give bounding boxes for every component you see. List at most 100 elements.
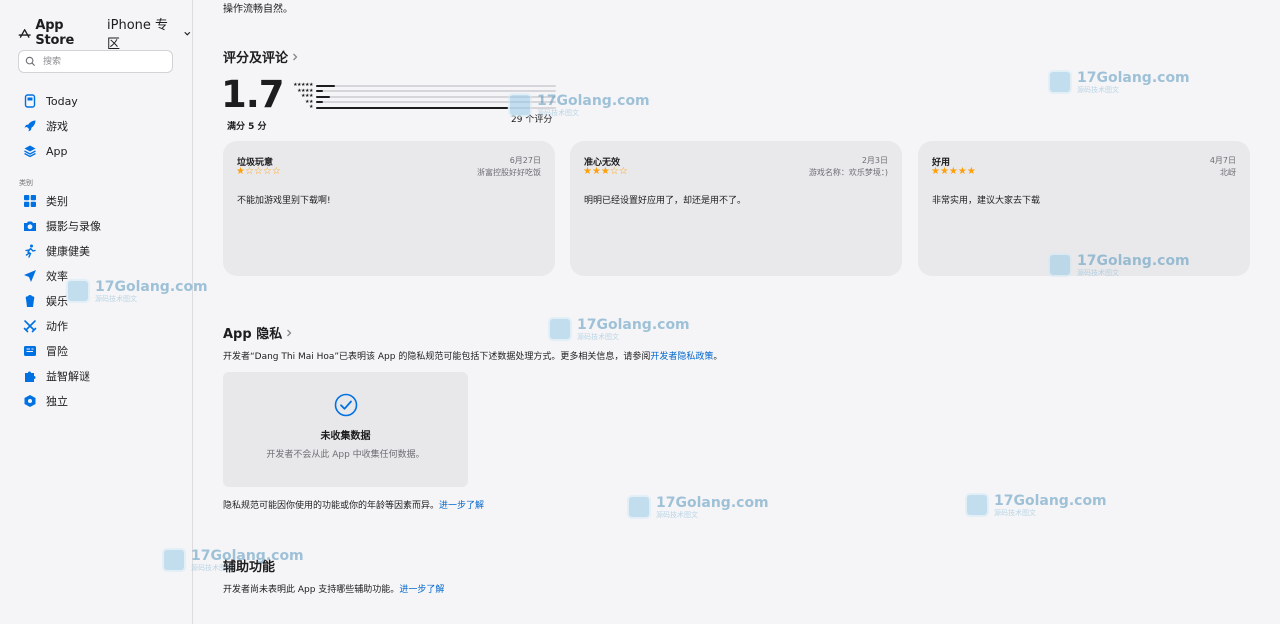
app-store-brand[interactable]: App Store iPhone 专区 <box>18 14 192 52</box>
map-icon <box>22 344 37 359</box>
brand-store-label: App Store <box>35 18 75 48</box>
review-author: 北岈 <box>1220 168 1236 177</box>
main-content: 操作流畅自然。 评分及评论 1.7 满分 5 分 ★★★★★ ★★★★ ★★★ … <box>193 0 1280 624</box>
privacy-card-title: 未收集数据 <box>320 431 371 442</box>
review-author: 游戏名称：欢乐梦境：) <box>808 168 888 177</box>
popcorn-icon <box>22 294 37 309</box>
sidebar-item-entertainment[interactable]: 娱乐 <box>22 291 68 311</box>
sidebar-item-label: 游戏 <box>46 120 68 133</box>
review-card[interactable]: 好用 4月7日 ★★★★★ 北岈 非常实用，建议大家去下载 <box>918 141 1250 276</box>
privacy-desc-text: 开发者“Dang Thi Mai Hoa”已表明该 App 的隐私规范可能包括下… <box>223 352 651 362</box>
distribution-track <box>316 90 556 92</box>
sidebar-item-label: 独立 <box>46 395 68 408</box>
review-card[interactable]: 准心无效 2月3日 ★★★☆☆ 游戏名称：欢乐梦境：) 明明已经设置好应用了，却… <box>570 141 902 276</box>
distribution-row: ★★★★★ <box>281 83 556 88</box>
privacy-description: 开发者“Dang Thi Mai Hoa”已表明该 App 的隐私规范可能包括下… <box>223 349 722 362</box>
developer-privacy-policy-link[interactable]: 开发者隐私政策 <box>650 352 713 362</box>
sidebar-item-label: 冒险 <box>46 345 68 358</box>
rating-count: 29 个评分 <box>511 115 553 125</box>
accessibility-learn-more-link[interactable]: 进一步了解 <box>399 585 444 595</box>
paper-plane-icon <box>22 269 37 284</box>
review-date: 2月3日 <box>861 156 888 165</box>
review-stars: ★★★★★ <box>931 166 976 177</box>
sidebar-item-health-fitness[interactable]: 健康健美 <box>22 241 90 261</box>
sidebar-item-photo-video[interactable]: 摄影与录像 <box>22 216 101 236</box>
distribution-fill <box>316 95 331 98</box>
distribution-row: ★★★★ <box>281 88 556 94</box>
average-rating: 1.7 <box>221 73 285 116</box>
accessibility-section-title: 辅助功能 <box>223 556 275 575</box>
accessibility-desc-text: 开发者尚未表明此 App 支持哪些辅助功能。 <box>223 585 400 595</box>
accessibility-title-text: 辅助功能 <box>223 560 276 575</box>
privacy-section-title[interactable]: App 隐私 <box>223 323 293 342</box>
swords-icon <box>22 319 37 334</box>
ratings-title-text: 评分及评论 <box>223 51 289 66</box>
review-body: 非常实用，建议大家去下载 <box>932 196 1041 206</box>
review-stars: ★★★☆☆ <box>583 166 628 177</box>
sidebar-item-puzzle[interactable]: 益智解谜 <box>22 366 90 386</box>
description-tail: 操作流畅自然。 <box>223 4 293 15</box>
sidebar-item-label: 摄影与录像 <box>46 220 101 233</box>
app-store-logo-icon <box>18 29 31 38</box>
distribution-row: ★ <box>281 105 556 110</box>
today-icon <box>22 94 37 109</box>
distribution-fill <box>316 106 508 109</box>
rating-distribution: ★★★★★ ★★★★ ★★★ ★★ ★ <box>281 83 556 111</box>
sidebar-item-games[interactable]: 游戏 <box>22 116 68 136</box>
sidebar-item-label: 娱乐 <box>46 295 68 308</box>
privacy-title-text: App 隐私 <box>223 327 283 342</box>
sidebar-item-categories[interactable]: 类别 <box>22 191 68 211</box>
camera-icon <box>22 219 37 234</box>
search-icon <box>25 56 36 67</box>
rating-out-of: 满分 5 分 <box>227 122 267 132</box>
review-stars: ★☆☆☆☆ <box>236 166 281 177</box>
chevron-right-icon <box>293 53 298 60</box>
app-stack-icon <box>22 144 37 159</box>
search-input[interactable] <box>41 55 165 68</box>
sidebar-item-label: 效率 <box>46 270 68 283</box>
accessibility-description: 开发者尚未表明此 App 支持哪些辅助功能。进一步了解 <box>223 582 444 595</box>
distribution-track <box>316 101 556 103</box>
distribution-fill <box>316 84 336 87</box>
chevron-down-icon <box>184 31 191 36</box>
sidebar-item-adventure[interactable]: 冒险 <box>22 341 68 361</box>
checkmark-circle-icon <box>334 393 358 417</box>
sidebar-item-label: 益智解谜 <box>46 370 90 383</box>
sidebar-item-today[interactable]: Today <box>22 91 78 111</box>
sidebar-item-label: 类别 <box>46 195 68 208</box>
puzzle-icon <box>22 369 37 384</box>
sidebar: App Store iPhone 专区 Today 游戏 App 类别 <box>0 0 193 624</box>
chevron-right-icon <box>287 329 292 336</box>
distribution-fill <box>316 90 324 92</box>
sidebar-item-label: App <box>46 144 68 158</box>
running-icon <box>22 244 37 259</box>
privacy-note: 隐私规范可能因你使用的功能或你的年龄等因素而异。进一步了解 <box>223 498 484 511</box>
distribution-track <box>316 95 556 98</box>
review-date: 6月27日 <box>509 156 541 165</box>
review-body: 明明已经设置好应用了，却还是用不了。 <box>584 196 747 206</box>
sidebar-item-label: 健康健美 <box>46 245 90 258</box>
distribution-stars: ★ <box>309 104 313 110</box>
ratings-section-title[interactable]: 评分及评论 <box>223 47 299 66</box>
distribution-track <box>316 84 556 87</box>
review-card[interactable]: 垃圾玩意 6月27日 ★☆☆☆☆ 浙富控股好好吃饭 不能加游戏里别下载啊! <box>223 141 555 276</box>
distribution-row: ★★★ <box>281 94 556 99</box>
category-section-label: 类别 <box>19 179 33 187</box>
privacy-learn-more-link[interactable]: 进一步了解 <box>439 501 484 511</box>
privacy-note-text: 隐私规范可能因你使用的功能或你的年龄等因素而异。 <box>223 501 440 511</box>
rocket-icon <box>22 119 37 134</box>
search-box[interactable] <box>18 50 173 73</box>
distribution-row: ★★ <box>281 99 556 105</box>
sidebar-item-apps[interactable]: App <box>22 141 68 161</box>
distribution-track <box>316 106 556 109</box>
sidebar-item-label: Today <box>46 94 78 108</box>
sidebar-item-action[interactable]: 动作 <box>22 316 68 336</box>
grid-icon <box>22 194 37 209</box>
indie-icon <box>22 394 37 409</box>
distribution-fill <box>316 101 324 103</box>
sidebar-item-indie[interactable]: 独立 <box>22 391 68 411</box>
sidebar-item-label: 动作 <box>46 320 68 333</box>
privacy-desc-suffix: 。 <box>713 352 723 362</box>
review-date: 4月7日 <box>1209 156 1236 165</box>
sidebar-item-productivity[interactable]: 效率 <box>22 266 68 286</box>
